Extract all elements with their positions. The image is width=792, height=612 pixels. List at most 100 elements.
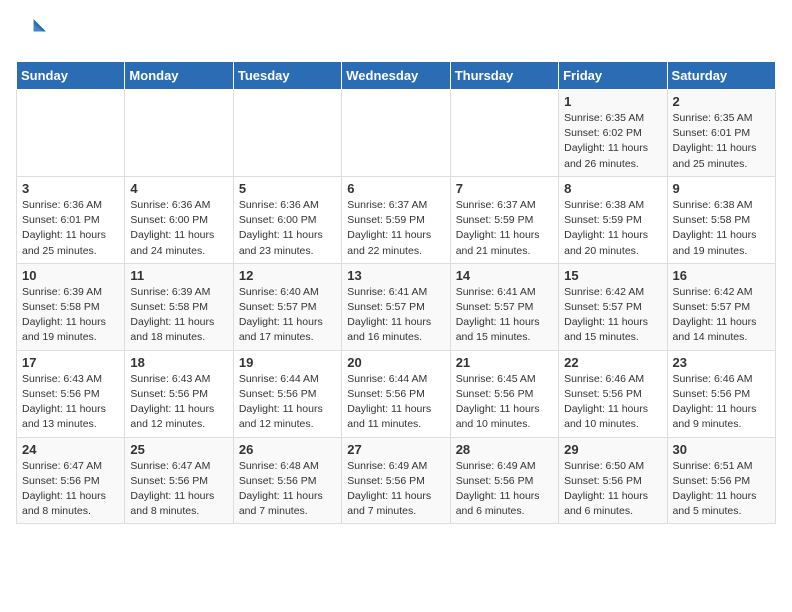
calendar-cell: 1 Sunrise: 6:35 AM Sunset: 6:02 PM Daylig… [559, 90, 667, 177]
calendar-cell: 7Sunrise: 6:37 AM Sunset: 5:59 PM Daylig… [450, 176, 558, 263]
calendar-cell: 11 Sunrise: 6:39 AM Sunset: 5:58 PM Dayli… [125, 263, 233, 350]
day-number: 8 [564, 181, 661, 196]
day-number: 21 [456, 355, 553, 370]
weekday-header-thursday: Thursday [450, 62, 558, 90]
day-number: 3 [22, 181, 119, 196]
day-number: 25 [130, 442, 227, 457]
day-number: 23 [673, 355, 770, 370]
day-number: 14 [456, 268, 553, 283]
weekday-header-sunday: Sunday [17, 62, 125, 90]
calendar-cell [125, 90, 233, 177]
day-number: 4 [130, 181, 227, 196]
calendar-cell: 2 Sunrise: 6:35 AM Sunset: 6:01 PM Daylig… [667, 90, 775, 177]
day-info: Sunrise: 6:39 AM Sunset: 5:58 PM Dayligh… [130, 285, 227, 346]
day-number: 13 [347, 268, 444, 283]
day-number: 16 [673, 268, 770, 283]
day-info: Sunrise: 6:35 AM Sunset: 6:01 PM Dayligh… [673, 111, 770, 172]
calendar-cell: 28 Sunrise: 6:49 AM Sunset: 5:56 PM Dayli… [450, 437, 558, 524]
day-info: Sunrise: 6:42 AM Sunset: 5:57 PM Dayligh… [673, 285, 770, 346]
day-number: 18 [130, 355, 227, 370]
calendar-cell: 23 Sunrise: 6:46 AM Sunset: 5:56 PM Dayli… [667, 350, 775, 437]
calendar-cell [450, 90, 558, 177]
day-number: 2 [673, 94, 770, 109]
day-number: 30 [673, 442, 770, 457]
calendar-cell [342, 90, 450, 177]
calendar-cell: 30 Sunrise: 6:51 AM Sunset: 5:56 PM Dayli… [667, 437, 775, 524]
day-info: Sunrise: 6:38 AM Sunset: 5:58 PM Dayligh… [673, 198, 770, 259]
weekday-header-friday: Friday [559, 62, 667, 90]
calendar-body: 1 Sunrise: 6:35 AM Sunset: 6:02 PM Daylig… [17, 90, 776, 524]
logo-icon [18, 16, 46, 44]
day-number: 26 [239, 442, 336, 457]
calendar-cell: 14 Sunrise: 6:41 AM Sunset: 5:57 PM Dayli… [450, 263, 558, 350]
calendar-cell: 10 Sunrise: 6:39 AM Sunset: 5:58 PM Dayli… [17, 263, 125, 350]
calendar-cell: 18 Sunrise: 6:43 AM Sunset: 5:56 PM Dayli… [125, 350, 233, 437]
calendar-cell: 15Sunrise: 6:42 AM Sunset: 5:57 PM Dayli… [559, 263, 667, 350]
calendar-cell: 13 Sunrise: 6:41 AM Sunset: 5:57 PM Dayli… [342, 263, 450, 350]
day-info: Sunrise: 6:41 AM Sunset: 5:57 PM Dayligh… [347, 285, 444, 346]
day-number: 17 [22, 355, 119, 370]
day-info: Sunrise: 6:46 AM Sunset: 5:56 PM Dayligh… [564, 372, 661, 433]
calendar-cell: 29 Sunrise: 6:50 AM Sunset: 5:56 PM Dayli… [559, 437, 667, 524]
day-info: Sunrise: 6:39 AM Sunset: 5:58 PM Dayligh… [22, 285, 119, 346]
logo [16, 16, 46, 49]
day-info: Sunrise: 6:38 AM Sunset: 5:59 PM Dayligh… [564, 198, 661, 259]
day-info: Sunrise: 6:44 AM Sunset: 5:56 PM Dayligh… [347, 372, 444, 433]
calendar-week-2: 3Sunrise: 6:36 AM Sunset: 6:01 PM Daylig… [17, 176, 776, 263]
calendar-cell: 21 Sunrise: 6:45 AM Sunset: 5:56 PM Dayli… [450, 350, 558, 437]
day-info: Sunrise: 6:35 AM Sunset: 6:02 PM Dayligh… [564, 111, 661, 172]
day-info: Sunrise: 6:48 AM Sunset: 5:56 PM Dayligh… [239, 459, 336, 520]
calendar-cell: 12 Sunrise: 6:40 AM Sunset: 5:57 PM Dayli… [233, 263, 341, 350]
weekday-row: SundayMondayTuesdayWednesdayThursdayFrid… [17, 62, 776, 90]
day-info: Sunrise: 6:40 AM Sunset: 5:57 PM Dayligh… [239, 285, 336, 346]
day-number: 29 [564, 442, 661, 457]
weekday-header-monday: Monday [125, 62, 233, 90]
day-number: 11 [130, 268, 227, 283]
day-number: 19 [239, 355, 336, 370]
day-info: Sunrise: 6:47 AM Sunset: 5:56 PM Dayligh… [22, 459, 119, 520]
day-number: 24 [22, 442, 119, 457]
weekday-header-saturday: Saturday [667, 62, 775, 90]
day-number: 20 [347, 355, 444, 370]
day-number: 12 [239, 268, 336, 283]
day-info: Sunrise: 6:49 AM Sunset: 5:56 PM Dayligh… [456, 459, 553, 520]
calendar-cell: 24 Sunrise: 6:47 AM Sunset: 5:56 PM Dayli… [17, 437, 125, 524]
calendar-header: SundayMondayTuesdayWednesdayThursdayFrid… [17, 62, 776, 90]
calendar-cell: 20 Sunrise: 6:44 AM Sunset: 5:56 PM Dayli… [342, 350, 450, 437]
calendar-cell: 6Sunrise: 6:37 AM Sunset: 5:59 PM Daylig… [342, 176, 450, 263]
calendar-cell: 16 Sunrise: 6:42 AM Sunset: 5:57 PM Dayli… [667, 263, 775, 350]
calendar-cell: 3Sunrise: 6:36 AM Sunset: 6:01 PM Daylig… [17, 176, 125, 263]
page: SundayMondayTuesdayWednesdayThursdayFrid… [0, 0, 792, 540]
calendar-cell: 25Sunrise: 6:47 AM Sunset: 5:56 PM Dayli… [125, 437, 233, 524]
calendar-cell: 22 Sunrise: 6:46 AM Sunset: 5:56 PM Dayli… [559, 350, 667, 437]
calendar-week-4: 17 Sunrise: 6:43 AM Sunset: 5:56 PM Dayli… [17, 350, 776, 437]
day-info: Sunrise: 6:43 AM Sunset: 5:56 PM Dayligh… [130, 372, 227, 433]
day-number: 10 [22, 268, 119, 283]
day-number: 5 [239, 181, 336, 196]
day-number: 28 [456, 442, 553, 457]
day-info: Sunrise: 6:44 AM Sunset: 5:56 PM Dayligh… [239, 372, 336, 433]
calendar-cell: 8 Sunrise: 6:38 AM Sunset: 5:59 PM Daylig… [559, 176, 667, 263]
day-info: Sunrise: 6:50 AM Sunset: 5:56 PM Dayligh… [564, 459, 661, 520]
calendar-week-5: 24 Sunrise: 6:47 AM Sunset: 5:56 PM Dayli… [17, 437, 776, 524]
weekday-header-tuesday: Tuesday [233, 62, 341, 90]
day-info: Sunrise: 6:49 AM Sunset: 5:56 PM Dayligh… [347, 459, 444, 520]
day-info: Sunrise: 6:37 AM Sunset: 5:59 PM Dayligh… [456, 198, 553, 259]
calendar-week-3: 10 Sunrise: 6:39 AM Sunset: 5:58 PM Dayli… [17, 263, 776, 350]
day-number: 22 [564, 355, 661, 370]
calendar-cell: 4 Sunrise: 6:36 AM Sunset: 6:00 PM Daylig… [125, 176, 233, 263]
day-number: 9 [673, 181, 770, 196]
calendar-week-1: 1 Sunrise: 6:35 AM Sunset: 6:02 PM Daylig… [17, 90, 776, 177]
header [16, 16, 776, 49]
day-info: Sunrise: 6:43 AM Sunset: 5:56 PM Dayligh… [22, 372, 119, 433]
day-info: Sunrise: 6:36 AM Sunset: 6:00 PM Dayligh… [130, 198, 227, 259]
day-info: Sunrise: 6:45 AM Sunset: 5:56 PM Dayligh… [456, 372, 553, 433]
day-number: 1 [564, 94, 661, 109]
day-info: Sunrise: 6:51 AM Sunset: 5:56 PM Dayligh… [673, 459, 770, 520]
day-info: Sunrise: 6:42 AM Sunset: 5:57 PM Dayligh… [564, 285, 661, 346]
day-info: Sunrise: 6:41 AM Sunset: 5:57 PM Dayligh… [456, 285, 553, 346]
calendar-cell: 19 Sunrise: 6:44 AM Sunset: 5:56 PM Dayli… [233, 350, 341, 437]
calendar-cell [233, 90, 341, 177]
calendar-cell: 9 Sunrise: 6:38 AM Sunset: 5:58 PM Daylig… [667, 176, 775, 263]
day-info: Sunrise: 6:46 AM Sunset: 5:56 PM Dayligh… [673, 372, 770, 433]
